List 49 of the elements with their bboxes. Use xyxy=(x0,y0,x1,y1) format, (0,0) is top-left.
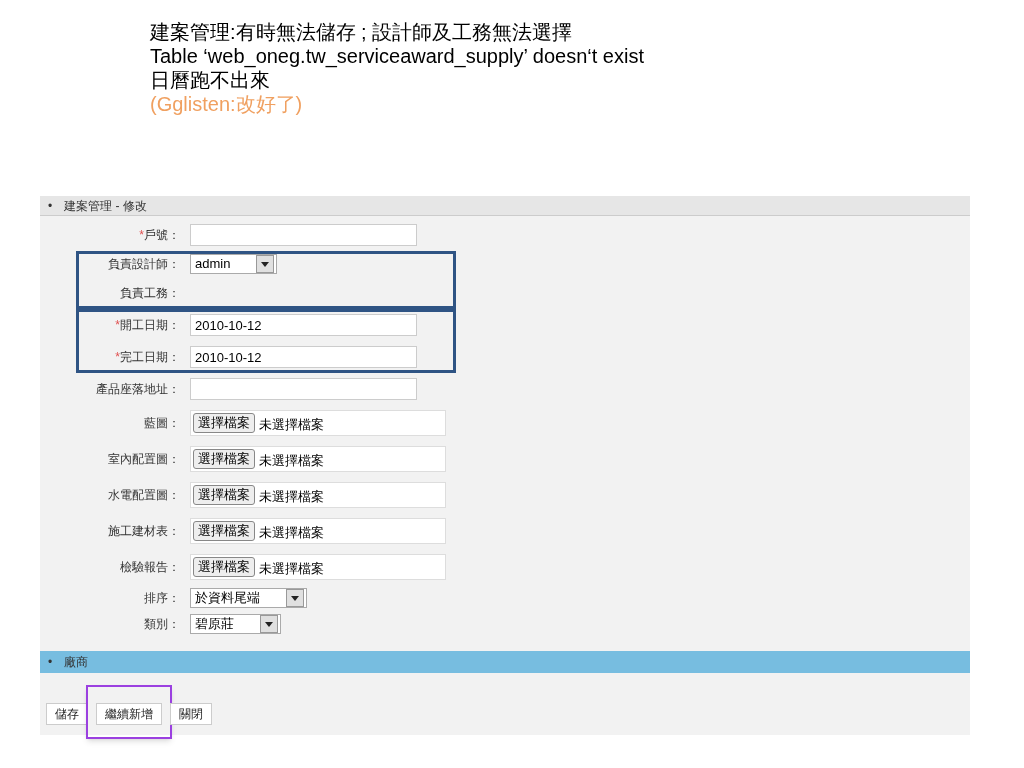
field-label: *開工日期： xyxy=(115,317,180,334)
bullet-icon: • xyxy=(48,653,53,671)
text-field[interactable]: 2010-10-12 xyxy=(190,346,417,368)
choose-file-button[interactable]: 選擇檔案 xyxy=(193,413,255,433)
dropdown[interactable]: 碧原莊 xyxy=(190,614,281,634)
file-field[interactable]: 選擇檔案 未選擇檔案 xyxy=(190,410,446,436)
field-label: 藍圖： xyxy=(144,415,180,432)
panel-title: 建案管理 - 修改 xyxy=(64,197,147,215)
field-label: 類別： xyxy=(144,616,180,633)
field-label: 施工建材表： xyxy=(108,523,180,540)
file-field[interactable]: 選擇檔案 未選擇檔案 xyxy=(190,446,446,472)
bullet-icon: • xyxy=(48,196,53,215)
caret-icon xyxy=(265,621,273,627)
field-label: 負責工務： xyxy=(120,285,180,302)
file-status: 未選擇檔案 xyxy=(259,488,324,507)
field-label: 室內配置圖： xyxy=(108,451,180,468)
choose-file-button[interactable]: 選擇檔案 xyxy=(193,485,255,505)
field-label: 排序： xyxy=(144,590,180,607)
file-status: 未選擇檔案 xyxy=(259,452,324,471)
note-line: (Gglisten:改好了) xyxy=(150,92,304,116)
field-label: *戶號： xyxy=(139,227,180,244)
field-label: 檢驗報告： xyxy=(120,559,180,576)
form-button[interactable]: 繼續新增 xyxy=(96,703,162,725)
file-status: 未選擇檔案 xyxy=(259,416,324,435)
file-status: 未選擇檔案 xyxy=(259,560,324,579)
section-title: 廠商 xyxy=(64,654,89,671)
file-status: 未選擇檔案 xyxy=(259,524,324,543)
note-line: 建案管理:有時無法儲存 ; 設計師及工務無法選擇 xyxy=(150,20,574,44)
dropdown[interactable]: 於資料尾端 xyxy=(190,588,307,608)
note-line: 日曆跑不出來 xyxy=(150,68,271,92)
caret-icon xyxy=(261,261,270,267)
caret-icon xyxy=(291,595,299,601)
form-button[interactable]: 儲存 xyxy=(46,703,88,725)
field-label: 水電配置圖： xyxy=(108,487,180,504)
form-button[interactable]: 關閉 xyxy=(170,703,212,725)
file-field[interactable]: 選擇檔案 未選擇檔案 xyxy=(190,518,446,544)
choose-file-button[interactable]: 選擇檔案 xyxy=(193,557,255,577)
text-field[interactable] xyxy=(190,378,417,400)
dropdown[interactable]: admin xyxy=(190,254,278,274)
field-label: 產品座落地址： xyxy=(96,381,180,398)
text-field[interactable]: 2010-10-12 xyxy=(190,314,417,336)
file-field[interactable]: 選擇檔案 未選擇檔案 xyxy=(190,554,446,580)
text-field[interactable] xyxy=(190,224,417,246)
choose-file-button[interactable]: 選擇檔案 xyxy=(193,521,255,541)
note-line: Table ‘web_oneg.tw_serviceaward_supply’ doesn‘t exist xyxy=(150,44,645,68)
file-field[interactable]: 選擇檔案 未選擇檔案 xyxy=(190,482,446,508)
choose-file-button[interactable]: 選擇檔案 xyxy=(193,449,255,469)
field-label: *完工日期： xyxy=(115,349,180,366)
field-label: 負責設計師： xyxy=(108,256,180,273)
